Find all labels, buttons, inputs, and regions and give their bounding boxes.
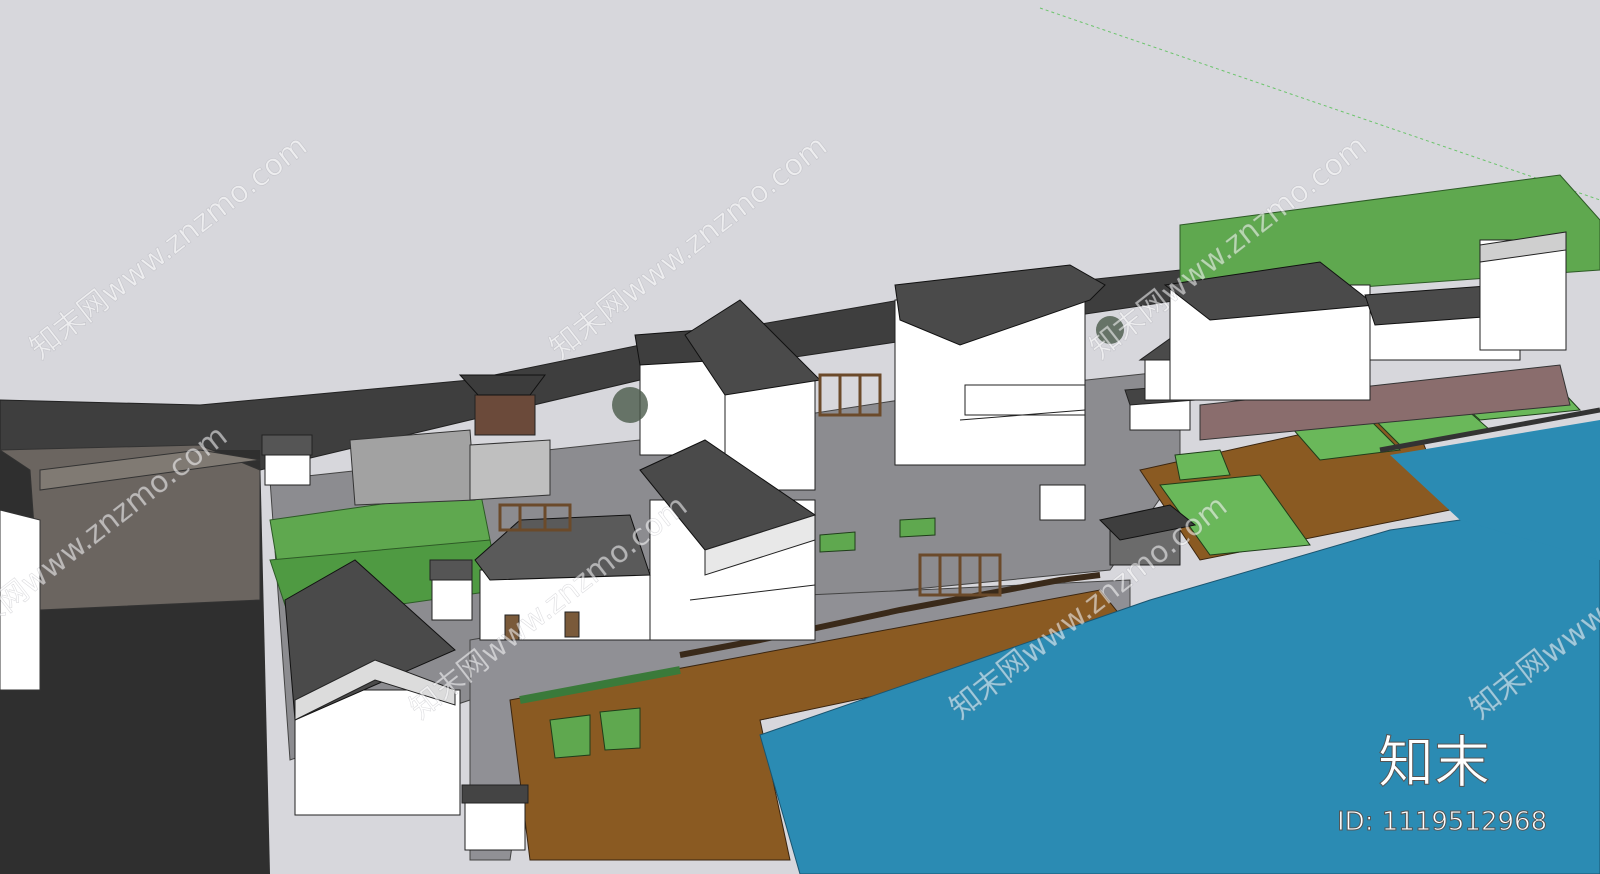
brand-watermark: 知末 <box>1378 731 1490 796</box>
main-hall-building <box>894 264 1106 466</box>
planter-bed-2 <box>599 707 641 751</box>
planter-bed-1 <box>549 714 591 759</box>
lawn-small <box>1174 449 1231 481</box>
image-id-label: ID: 1119512968 <box>1337 807 1547 837</box>
planter-bed-3 <box>899 517 936 538</box>
grey-block-2 <box>469 439 551 501</box>
small-house-upper-left <box>261 434 313 486</box>
tree-1 <box>612 387 648 423</box>
scene-svg: 知末网www.znzmo.com 知末网www.znzmo.com 知末网www… <box>0 0 1600 874</box>
sketchup-viewport[interactable]: 知末网www.znzmo.com 知末网www.znzmo.com 知末网www… <box>0 0 1600 874</box>
planter-bed-4 <box>819 531 856 553</box>
grey-wall-block <box>349 429 476 506</box>
